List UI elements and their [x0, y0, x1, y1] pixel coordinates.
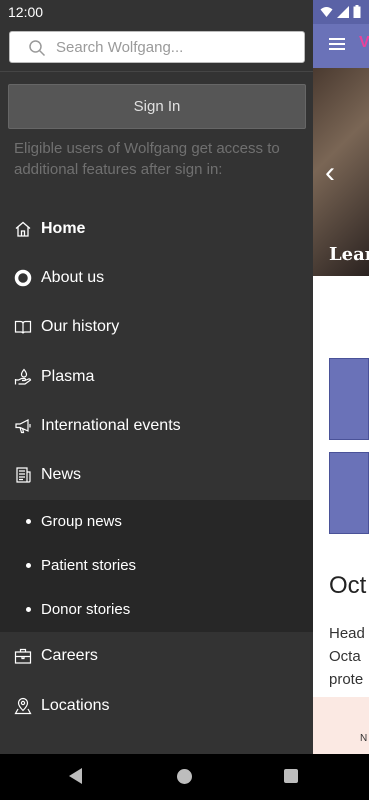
menu-item-news[interactable]: News [0, 450, 313, 499]
paragraph-line: prote [329, 671, 364, 688]
newspaper-icon [16, 467, 31, 483]
menu-item-plasma[interactable]: Plasma [0, 352, 313, 401]
submenu-label: Patient stories [41, 557, 137, 575]
news-submenu: Group news Patient stories Donor stories [0, 499, 313, 632]
submenu-label: Group news [41, 513, 122, 531]
menu-label: About us [41, 268, 105, 286]
menu-item-locations[interactable]: Locations [0, 681, 313, 730]
drawer-menu: Home About us Our history Plasma Interna… [0, 204, 313, 730]
bullet-icon [26, 518, 31, 524]
home-icon [15, 221, 31, 237]
menu-item-events[interactable]: International events [0, 401, 313, 450]
submenu-label: Donor stories [41, 601, 131, 619]
search-icon [29, 40, 46, 57]
search-input[interactable] [56, 32, 296, 62]
bottom-banner-label: N [360, 733, 368, 744]
battery-icon [353, 5, 361, 18]
navigation-drawer: Sign In Eligible users of Wolfgang get a… [0, 0, 313, 754]
chevron-left-icon[interactable]: ‹ [325, 156, 335, 190]
menu-label: News [41, 466, 82, 484]
bottom-banner[interactable]: N [313, 697, 369, 754]
submenu-item-group-news[interactable]: Group news [0, 500, 313, 544]
menu-icon[interactable] [329, 38, 345, 50]
status-icons [320, 5, 361, 18]
signal-icon [337, 5, 349, 18]
submenu-item-donor-stories[interactable]: Donor stories [0, 588, 313, 632]
book-icon [14, 321, 32, 334]
menu-label: Our history [41, 318, 120, 336]
status-time: 12:00 [8, 4, 44, 20]
menu-item-history[interactable]: Our history [0, 303, 313, 352]
bullet-icon [26, 606, 31, 612]
sign-in-note: Eligible users of Wolfgang get access to… [14, 140, 280, 178]
bullet-icon [26, 562, 31, 568]
recent-apps-icon[interactable] [284, 769, 298, 783]
paragraph-line: Head [329, 625, 365, 642]
system-nav-bar [0, 754, 369, 800]
paragraph-line: Octa [329, 648, 361, 665]
section-heading: Oct [329, 572, 367, 599]
home-button-icon[interactable] [177, 769, 192, 784]
divider [0, 71, 313, 72]
briefcase-icon [14, 649, 32, 665]
map-pin-icon [14, 697, 32, 714]
menu-item-careers[interactable]: Careers [0, 632, 313, 681]
menu-label: Home [41, 219, 86, 237]
circle-icon [14, 269, 32, 287]
megaphone-icon [15, 418, 31, 433]
hero-title: Lear [329, 244, 369, 265]
logo-icon: V [359, 36, 369, 50]
sign-in-button[interactable]: Sign In [8, 84, 306, 129]
menu-label: Plasma [41, 367, 95, 385]
promo-card[interactable] [329, 358, 369, 440]
menu-label: Locations [41, 696, 110, 714]
menu-item-about[interactable]: About us [0, 253, 313, 302]
search-box[interactable] [9, 31, 305, 63]
status-bar: 12:00 [0, 0, 369, 24]
promo-card[interactable] [329, 452, 369, 534]
back-icon[interactable] [69, 768, 82, 784]
submenu-item-patient-stories[interactable]: Patient stories [0, 544, 313, 588]
hand-drop-icon [14, 368, 32, 385]
wifi-icon [320, 6, 333, 17]
menu-item-home[interactable]: Home [0, 204, 313, 253]
hero-carousel[interactable]: ‹ Lear [313, 68, 369, 276]
menu-label: International events [41, 416, 181, 434]
menu-label: Careers [41, 647, 98, 665]
